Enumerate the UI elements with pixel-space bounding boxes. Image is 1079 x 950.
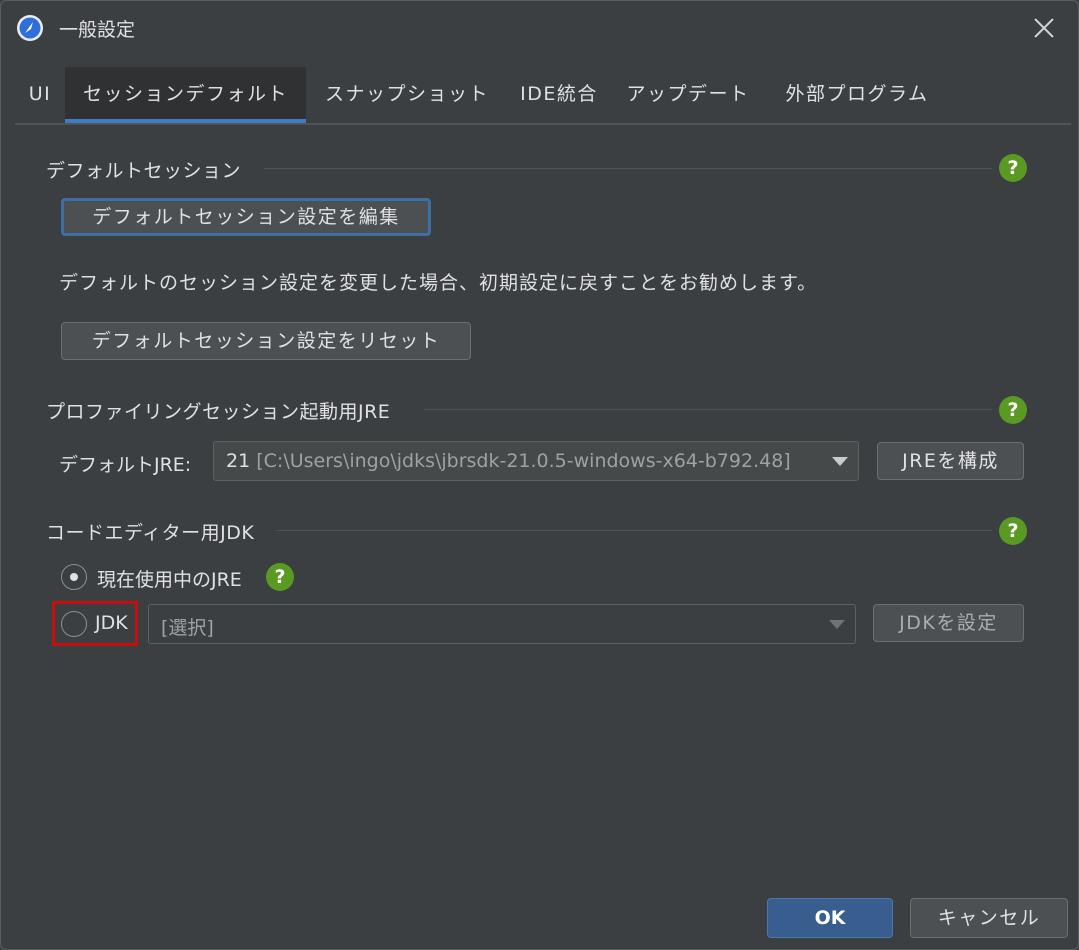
help-icon[interactable]: ?	[999, 396, 1027, 424]
tab-ide-integration[interactable]: IDE統合	[515, 67, 603, 123]
window-title: 一般設定	[59, 19, 136, 41]
section-title: プロファイリングセッション起動用JRE	[46, 401, 391, 423]
help-icon[interactable]: ?	[266, 563, 294, 591]
radio-jdk-label[interactable]: JDK	[95, 612, 128, 634]
tab-ui[interactable]: UI	[15, 67, 65, 123]
title-bar: 一般設定	[1, 1, 1078, 55]
cancel-button[interactable]: キャンセル	[910, 898, 1068, 938]
ok-button[interactable]: OK	[767, 898, 893, 938]
radio-current-jre-label[interactable]: 現在使用中のJRE	[97, 565, 242, 592]
radio-jdk[interactable]	[61, 611, 87, 637]
profiling-jre-section: プロファイリングセッション起動用JRE ?	[46, 396, 1041, 424]
default-jre-label: デフォルトJRE:	[59, 454, 192, 476]
jre-version: 21	[226, 450, 251, 472]
reset-recommendation-text: デフォルトのセッション設定を変更した場合、初期設定に戻すことをお勧めします。	[59, 272, 818, 294]
tab-bar: UI セッションデフォルト スナップショット IDE統合 アップデート 外部プロ…	[15, 67, 1071, 125]
radio-selected-dot	[70, 573, 78, 581]
radio-current-jre[interactable]	[61, 564, 87, 590]
help-icon[interactable]: ?	[999, 154, 1027, 182]
settings-dialog: 一般設定 UI セッションデフォルト スナップショット IDE統合 アップデート…	[0, 0, 1079, 950]
tab-external-programs[interactable]: 外部プログラム	[777, 67, 937, 123]
dropdown-value: 21 [C:\Users\ingo\jdks\jbrsdk-21.0.5-win…	[226, 450, 791, 472]
configure-jre-button[interactable]: JREを構成	[877, 442, 1024, 480]
section-divider	[264, 168, 992, 169]
section-title: デフォルトセッション	[46, 160, 242, 182]
jdk-select-dropdown[interactable]: [選択]	[148, 604, 856, 644]
tab-updates[interactable]: アップデート	[621, 67, 755, 123]
edit-default-session-button[interactable]: デフォルトセッション設定を編集	[61, 198, 431, 236]
reset-default-session-button[interactable]: デフォルトセッション設定をリセット	[61, 322, 471, 360]
chevron-down-icon	[832, 457, 848, 466]
default-jre-dropdown[interactable]: 21 [C:\Users\ingo\jdks\jbrsdk-21.0.5-win…	[213, 441, 859, 481]
default-session-section: デフォルトセッション ?	[46, 154, 1041, 182]
chevron-down-icon	[829, 620, 845, 629]
tab-session-defaults[interactable]: セッションデフォルト	[65, 67, 306, 123]
jre-path: [C:\Users\ingo\jdks\jbrsdk-21.0.5-window…	[256, 450, 791, 472]
help-icon[interactable]: ?	[999, 517, 1027, 545]
section-divider	[276, 530, 992, 531]
close-icon[interactable]	[1029, 13, 1059, 43]
app-logo-icon	[17, 15, 43, 41]
set-jdk-button[interactable]: JDKを設定	[873, 604, 1024, 642]
dropdown-placeholder: [選択]	[161, 617, 214, 639]
code-editor-jdk-section: コードエディター用JDK ?	[46, 517, 1041, 545]
section-divider	[424, 409, 992, 410]
tab-snapshots[interactable]: スナップショット	[315, 67, 499, 123]
section-title: コードエディター用JDK	[46, 522, 255, 544]
